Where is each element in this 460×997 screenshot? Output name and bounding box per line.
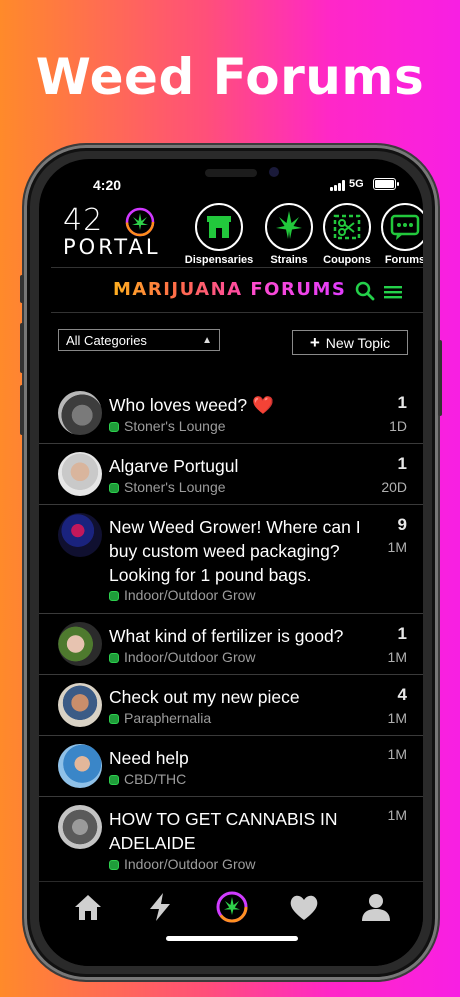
topic-title: New Weed Grower! Where can I buy custom … (109, 517, 361, 585)
category-label: Forums (384, 254, 423, 266)
topic-row[interactable]: HOW TO GET CANNABIS IN ADELAIDE Indoor/O… (39, 797, 423, 875)
topic-age: 1M (387, 539, 407, 555)
topic-row[interactable]: Who loves weed? ❤️ Stoner's Lounge 1 1D (39, 383, 423, 444)
signal-icon (330, 180, 346, 191)
status-bar: 4:20 5G (39, 159, 423, 203)
topic-category: Indoor/Outdoor Grow (109, 649, 256, 665)
profile-icon[interactable] (359, 890, 393, 924)
category-select-value: All Categories (66, 333, 147, 348)
category-forums[interactable]: Forums (365, 203, 423, 266)
topic-category: Indoor/Outdoor Grow (109, 856, 256, 872)
reply-count: 1 (397, 393, 407, 412)
topic-age: 1M (387, 807, 407, 823)
avatar (58, 683, 102, 727)
promo-headline: Weed Forums (35, 48, 425, 106)
category-select[interactable]: All Categories ▲ (58, 329, 220, 351)
app-logo[interactable]: 42 PORTAL (61, 203, 171, 265)
topic-age: 1M (387, 649, 407, 665)
volume-down-button (20, 385, 24, 435)
topic-title: Check out my new piece (109, 687, 300, 707)
avatar (58, 391, 102, 435)
reply-count: 1 (397, 454, 407, 473)
front-camera (269, 167, 279, 177)
topic-row[interactable]: Algarve Portugul Stoner's Lounge 1 20D (39, 444, 423, 505)
avatar (58, 805, 102, 849)
power-button (438, 340, 442, 416)
category-dot-icon (109, 653, 119, 663)
topic-title: HOW TO GET CANNABIS IN ADELAIDE (109, 809, 338, 853)
category-dot-icon (109, 714, 119, 724)
home-icon[interactable] (71, 890, 105, 924)
status-time: 4:20 (93, 177, 122, 193)
category-dot-icon (109, 483, 119, 493)
mute-switch (20, 275, 24, 303)
topic-row[interactable]: What kind of fertilizer is good? Indoor/… (39, 614, 423, 675)
category-dot-icon (109, 591, 119, 601)
logo-leaf-icon (125, 207, 155, 237)
topic-title: Who loves weed? ❤️ (109, 395, 274, 415)
topic-category: Stoner's Lounge (109, 418, 226, 434)
storefront-icon (195, 203, 243, 251)
logo-word: PORTAL (63, 235, 161, 259)
cannabis-badge-icon[interactable] (215, 890, 249, 924)
topic-category: Paraphernalia (109, 710, 211, 726)
home-indicator[interactable] (166, 936, 298, 941)
topic-category: CBD/THC (109, 771, 186, 787)
cannabis-leaf-icon (265, 203, 313, 251)
reply-count: 9 (397, 515, 407, 534)
avatar (58, 452, 102, 496)
avatar (58, 622, 102, 666)
page-title-word1: MARIJUANA (113, 279, 243, 300)
topic-category: Indoor/Outdoor Grow (109, 587, 256, 603)
topic-title: Algarve Portugul (109, 456, 239, 476)
page-title: MARIJUANA FORUMS (113, 279, 346, 300)
reply-count: 4 (397, 685, 407, 704)
topic-age: 1D (389, 418, 407, 434)
app-screen: 4:20 5G 42 PORTAL Dispensaries Strains C… (39, 159, 423, 966)
topic-title: What kind of fertilizer is good? (109, 626, 344, 646)
phone-frame: 4:20 5G 42 PORTAL Dispensaries Strains C… (20, 145, 442, 980)
plus-icon: + (309, 333, 320, 352)
page-title-word2: FORUMS (250, 279, 347, 300)
search-icon[interactable] (355, 281, 375, 301)
tab-bar (39, 881, 423, 966)
header-divider (51, 267, 423, 268)
network-label: 5G (349, 178, 364, 190)
logo-number: 42 (63, 203, 104, 238)
category-dot-icon (109, 860, 119, 870)
category-dot-icon (109, 775, 119, 785)
reply-count: 1 (397, 624, 407, 643)
heart-icon[interactable] (287, 890, 321, 924)
topic-row[interactable]: Need help CBD/THC 1M (39, 736, 423, 797)
topic-category: Stoner's Lounge (109, 479, 226, 495)
new-topic-button[interactable]: + New Topic (292, 330, 408, 355)
speaker-grille (205, 169, 257, 177)
new-topic-label: New Topic (325, 335, 391, 351)
avatar (58, 744, 102, 788)
topic-row[interactable]: New Weed Grower! Where can I buy custom … (39, 505, 423, 614)
category-shortcuts: Dispensaries Strains Coupons Forums (179, 203, 423, 277)
topic-row[interactable]: Check out my new piece Paraphernalia 4 1… (39, 675, 423, 736)
chat-bubble-icon (381, 203, 423, 251)
coupon-scissors-icon (323, 203, 371, 251)
avatar (58, 513, 102, 557)
topic-age: 1M (387, 746, 407, 762)
topic-age: 1M (387, 710, 407, 726)
volume-up-button (20, 323, 24, 373)
menu-icon[interactable] (383, 283, 403, 301)
topic-title: Need help (109, 748, 189, 768)
bolt-icon[interactable] (143, 890, 177, 924)
title-divider (51, 312, 423, 313)
battery-icon (373, 178, 399, 190)
topic-age: 20D (381, 479, 407, 495)
category-label: Dispensaries (184, 254, 254, 266)
category-dot-icon (109, 422, 119, 432)
topic-list: Who loves weed? ❤️ Stoner's Lounge 1 1D … (39, 383, 423, 875)
category-dispensaries[interactable]: Dispensaries (179, 203, 259, 266)
chevron-updown-icon: ▲ (202, 335, 212, 346)
